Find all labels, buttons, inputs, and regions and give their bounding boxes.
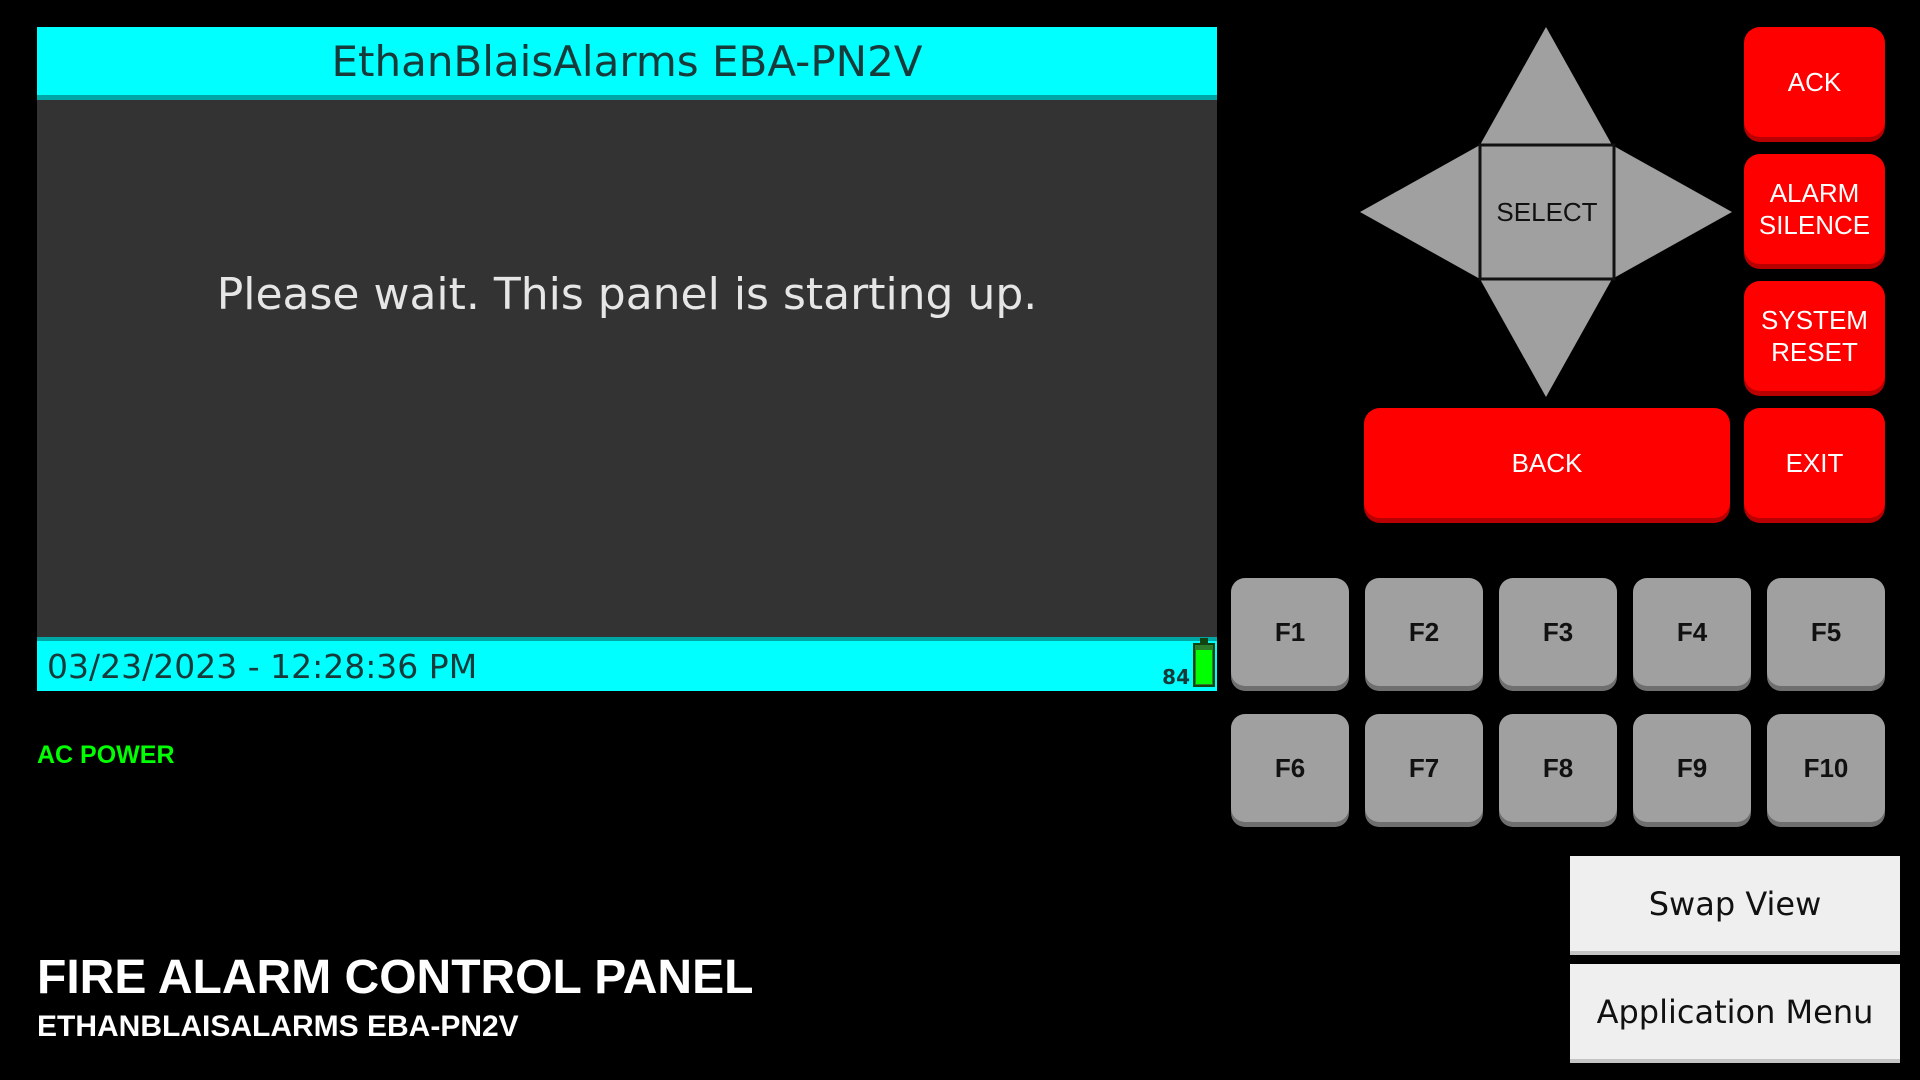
f10-key[interactable]: F10 xyxy=(1767,714,1885,822)
left-arrow-button[interactable] xyxy=(1360,145,1480,279)
f7-key[interactable]: F7 xyxy=(1365,714,1483,822)
battery-percent: 84 xyxy=(1162,665,1190,689)
f2-key[interactable]: F2 xyxy=(1365,578,1483,686)
application-menu-button[interactable]: Application Menu xyxy=(1570,964,1900,1059)
navigation-dpad: SELECT xyxy=(1360,27,1732,397)
panel-subtitle: ETHANBLAISALARMS EBA-PN2V xyxy=(37,1010,519,1043)
up-arrow-button[interactable] xyxy=(1480,27,1612,145)
ack-button[interactable]: ACK xyxy=(1744,27,1885,137)
lcd-datetime: 03/23/2023 - 12:28:36 PM xyxy=(47,647,478,686)
select-label: SELECT xyxy=(1496,196,1598,227)
f8-key[interactable]: F8 xyxy=(1499,714,1617,822)
right-arrow-button[interactable] xyxy=(1612,145,1732,279)
f6-key[interactable]: F6 xyxy=(1231,714,1349,822)
lcd-message: Please wait. This panel is starting up. xyxy=(216,269,1038,320)
f5-key[interactable]: F5 xyxy=(1767,578,1885,686)
alarm-silence-button[interactable]: ALARM SILENCE xyxy=(1744,154,1885,264)
down-arrow-button[interactable] xyxy=(1480,279,1612,397)
f9-key[interactable]: F9 xyxy=(1633,714,1751,822)
panel-title: FIRE ALARM CONTROL PANEL xyxy=(37,951,754,1004)
ac-power-indicator: AC POWER xyxy=(37,741,175,769)
f4-key[interactable]: F4 xyxy=(1633,578,1751,686)
battery-level-fill xyxy=(1196,650,1212,684)
fire-alarm-panel-app: EthanBlaisAlarms EBA-PN2V Please wait. T… xyxy=(0,0,1920,1080)
battery-icon xyxy=(1193,638,1215,687)
f1-key[interactable]: F1 xyxy=(1231,578,1349,686)
exit-button[interactable]: EXIT xyxy=(1744,408,1885,518)
f3-key[interactable]: F3 xyxy=(1499,578,1617,686)
back-button[interactable]: BACK xyxy=(1364,408,1730,518)
system-reset-button[interactable]: SYSTEM RESET xyxy=(1744,281,1885,391)
lcd-display: EthanBlaisAlarms EBA-PN2V Please wait. T… xyxy=(37,27,1217,691)
lcd-status-bar: 03/23/2023 - 12:28:36 PM 84 xyxy=(37,637,1217,691)
lcd-title: EthanBlaisAlarms EBA-PN2V xyxy=(37,27,1217,100)
swap-view-button[interactable]: Swap View xyxy=(1570,856,1900,951)
